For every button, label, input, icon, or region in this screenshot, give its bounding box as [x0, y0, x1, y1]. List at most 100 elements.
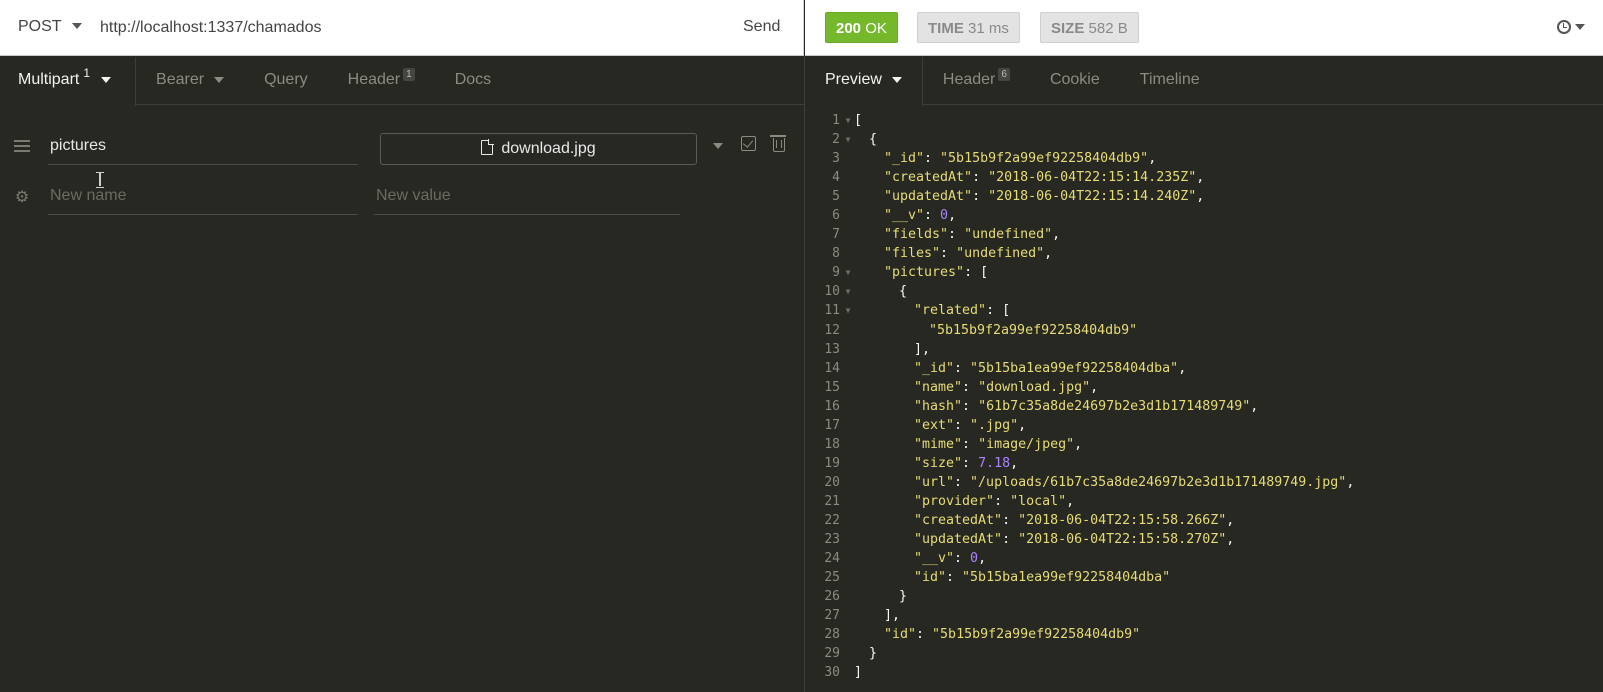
code-text: { [854, 282, 907, 301]
fold-gutter [842, 492, 854, 511]
tab-bearer[interactable]: Bearer [136, 57, 244, 105]
json-punct: ], [884, 608, 901, 624]
tab-cookie[interactable]: Cookie [1030, 57, 1120, 105]
fold-arrow-icon[interactable]: ▼ [842, 111, 854, 130]
json-punct: , [1052, 227, 1061, 243]
json-key: "__v" [914, 551, 955, 567]
tab-multipart[interactable]: Multipart 1 [0, 57, 137, 106]
time-label: TIME [928, 20, 964, 37]
gear-icon[interactable]: ⚙ [14, 190, 30, 206]
json-punct: : [962, 398, 979, 414]
new-name-field[interactable] [48, 177, 358, 215]
json-punct: : [ [986, 303, 1011, 319]
fold-gutter [842, 587, 854, 606]
tab-query[interactable]: Query [244, 57, 328, 105]
fold-gutter [842, 225, 854, 244]
fold-arrow-icon[interactable]: ▼ [842, 263, 854, 282]
enable-checkbox-icon[interactable] [741, 136, 756, 151]
tab-preview[interactable]: Preview [805, 57, 923, 106]
url-input[interactable] [100, 11, 700, 45]
tab-header[interactable]: Header 1 [328, 57, 435, 105]
trash-icon[interactable] [770, 135, 786, 152]
json-punct: : [948, 227, 965, 243]
fold-gutter [842, 435, 854, 454]
chevron-down-icon [1575, 23, 1585, 30]
json-punct: : [954, 474, 971, 490]
send-button[interactable]: Send [743, 18, 780, 36]
drag-handle-icon[interactable] [14, 140, 30, 152]
tab-timeline[interactable]: Timeline [1120, 57, 1220, 105]
choose-file-button[interactable]: download.jpg [380, 133, 697, 165]
json-key: "__v" [884, 208, 925, 224]
code-text: } [854, 587, 907, 606]
fold-gutter [842, 206, 854, 225]
chevron-down-icon [101, 76, 112, 83]
code-text: "updatedAt": "2018-06-04T22:15:14.240Z", [854, 187, 1204, 206]
code-line: 11 ▼ "related": [ [805, 301, 1603, 320]
json-key: "updatedAt" [884, 189, 973, 205]
json-punct: : [954, 360, 971, 376]
code-line: 22 "createdAt": "2018-06-04T22:15:58.266Z… [805, 511, 1603, 530]
fold-gutter [842, 644, 854, 663]
json-string: "61b7c35a8de24697b2e3d1b171489749" [978, 398, 1251, 414]
line-number: 24 [824, 551, 840, 567]
json-punct: ] [854, 665, 863, 681]
json-punct: { [869, 132, 878, 148]
history-dropdown[interactable] [1557, 18, 1585, 36]
json-punct: : [916, 627, 933, 643]
tab-label: Cookie [1049, 71, 1100, 88]
tab-label: Multipart [18, 71, 80, 88]
tab-label: Timeline [1139, 71, 1200, 88]
json-string: "2018-06-04T22:15:14.235Z" [988, 170, 1197, 186]
line-number: 7 [832, 227, 840, 243]
tab-label: Header [347, 71, 401, 88]
new-value-field[interactable] [374, 177, 680, 215]
json-punct: , [1196, 189, 1205, 205]
method-dropdown[interactable]: POST [18, 18, 82, 36]
json-punct: : [924, 208, 941, 224]
json-string: "download.jpg" [978, 379, 1091, 395]
tab-docs[interactable]: Docs [435, 57, 511, 105]
code-line: 30] [805, 663, 1603, 682]
json-key: "createdAt" [884, 170, 973, 186]
json-string: "2018-06-04T22:15:14.240Z" [988, 189, 1197, 205]
json-punct: , [1346, 474, 1355, 490]
code-line: 24 "__v": 0, [805, 549, 1603, 568]
line-number: 30 [824, 665, 840, 681]
json-punct: , [1226, 532, 1235, 548]
request-bar: POST Send [0, 0, 804, 56]
line-number: 8 [832, 246, 840, 262]
code-line: 7 "fields": "undefined", [805, 225, 1603, 244]
line-number: 9 [832, 265, 840, 281]
line-number: 18 [824, 436, 840, 452]
line-number: 6 [832, 208, 840, 224]
fold-arrow-icon[interactable]: ▼ [842, 130, 854, 149]
tab-label: Header [942, 71, 996, 88]
code-line: 21 "provider": "local", [805, 492, 1603, 511]
param-type-dropdown-icon[interactable] [713, 143, 723, 149]
code-line: 2 ▼ { [805, 130, 1603, 149]
line-number: 28 [824, 627, 840, 643]
tab-label: Preview [825, 71, 882, 88]
json-key: "_id" [914, 360, 955, 376]
json-string: "5b15b9f2a99ef92258404db9" [940, 151, 1149, 167]
code-line: 13], [805, 340, 1603, 359]
method-label: POST [18, 18, 62, 35]
fold-arrow-icon[interactable]: ▼ [842, 301, 854, 320]
fold-gutter [842, 568, 854, 587]
code-line: 5 "updatedAt": "2018-06-04T22:15:14.240Z"… [805, 187, 1603, 206]
json-number: 0 [970, 551, 979, 567]
response-preview[interactable]: 1 ▼[2 ▼{3 "_id": "5b15b9f2a99ef92258404db9"… [805, 111, 1603, 692]
size-badge: SIZE 582 B [1040, 12, 1139, 43]
code-line: 29} [805, 644, 1603, 663]
json-key: "related" [914, 303, 987, 319]
json-key: "id" [914, 570, 947, 586]
time-badge: TIME 31 ms [917, 12, 1020, 43]
tab-header[interactable]: Header 6 [923, 57, 1030, 105]
json-punct: ], [914, 341, 931, 357]
json-key: "provider" [914, 493, 995, 509]
fold-gutter [842, 397, 854, 416]
status-badge: 200 OK [825, 12, 898, 43]
param-name-field[interactable] [48, 127, 358, 165]
fold-arrow-icon[interactable]: ▼ [842, 282, 854, 301]
